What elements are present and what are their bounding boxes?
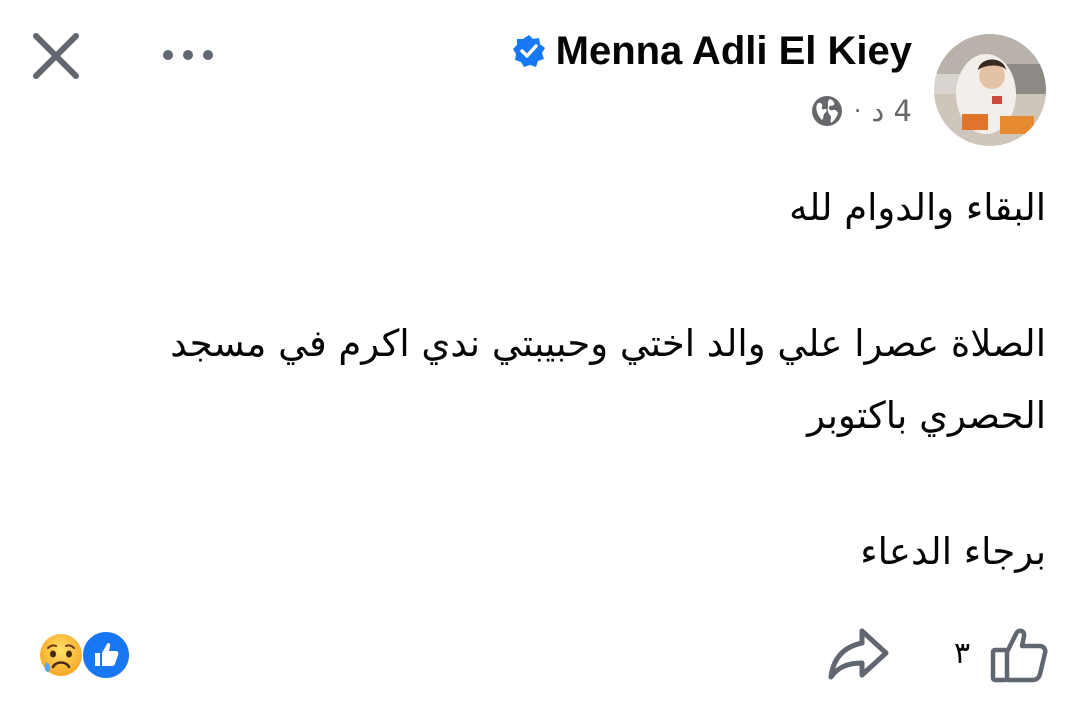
avatar[interactable] — [934, 34, 1046, 146]
more-options-button[interactable] — [158, 40, 218, 70]
like-count: ٣ — [954, 636, 971, 671]
verified-badge-icon — [512, 35, 545, 67]
sad-emoji-icon — [38, 632, 84, 678]
like-button[interactable] — [988, 624, 1050, 686]
post-line: الحصري باكتوبر — [807, 394, 1046, 437]
share-arrow-icon — [828, 628, 889, 680]
close-icon — [33, 33, 79, 79]
author-header: Menna Adli El Kiey — [512, 26, 912, 76]
post-text: البقاء والدوام لله الصلاة عصرا علي والد … — [106, 172, 1046, 588]
close-button[interactable] — [28, 28, 84, 84]
globe-icon[interactable] — [810, 94, 844, 128]
post-line: الصلاة عصرا علي والد اختي وحبيبتي ندي اك… — [170, 322, 1046, 365]
post-line: برجاء الدعاء — [860, 530, 1046, 573]
author-name[interactable]: Menna Adli El Kiey — [556, 29, 912, 74]
meta-separator: · — [853, 97, 862, 125]
post-timestamp[interactable]: 4 د — [871, 94, 912, 128]
post-meta: · 4 د — [810, 92, 912, 130]
like-reaction-icon — [80, 629, 132, 681]
more-horizontal-icon — [163, 50, 213, 60]
thumbs-up-icon — [990, 628, 1048, 683]
post-viewer: Menna Adli El Kiey · 4 د البقاء والدوام … — [0, 0, 1080, 716]
profile-photo-icon — [934, 34, 1046, 146]
share-button[interactable] — [826, 625, 892, 683]
post-line: البقاء والدوام لله — [789, 186, 1046, 229]
reactions-summary[interactable] — [38, 629, 138, 681]
